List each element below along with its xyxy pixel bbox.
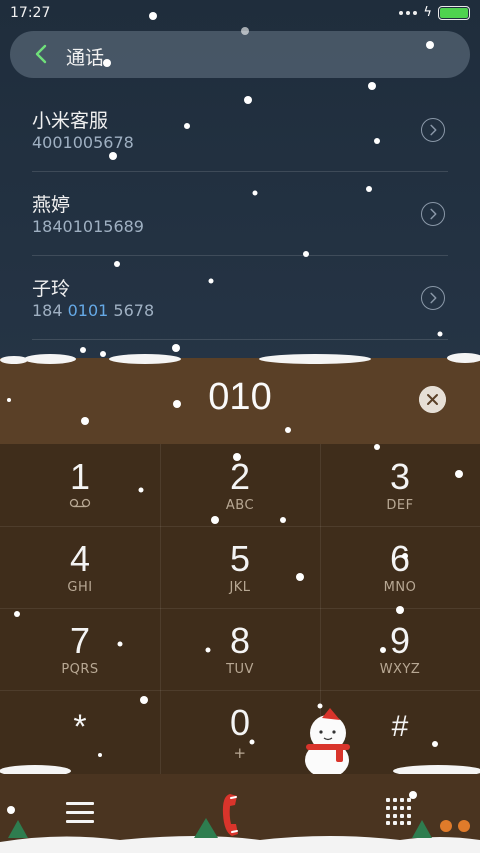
key-digit: 7	[69, 620, 91, 661]
divider	[32, 339, 448, 340]
key-digit: 9	[389, 620, 411, 661]
key-1[interactable]: 1	[0, 444, 160, 526]
chevron-right-circle-icon[interactable]	[421, 202, 445, 226]
key-2[interactable]: 2 ABC	[160, 444, 320, 526]
close-circle-icon[interactable]	[419, 386, 446, 413]
key-digit: 2	[229, 456, 251, 497]
phone-call-icon[interactable]	[220, 790, 256, 840]
key-letters: WXYZ	[379, 662, 421, 677]
key-6[interactable]: 6 MNO	[320, 526, 480, 608]
key-9[interactable]: 9 WXYZ	[320, 608, 480, 690]
status-time: 17:27	[10, 5, 51, 21]
call-log-area: 17:27 ϟ 通话 小米客服 4001005678 燕婷 1840101568…	[0, 0, 480, 365]
list-item[interactable]: 燕婷 18401015689	[0, 172, 480, 256]
key-0[interactable]: 0 +	[160, 690, 320, 772]
key-digit: #	[391, 710, 409, 743]
chevron-right-circle-icon[interactable]	[421, 286, 445, 310]
dialer-panel: 010 1 2 ABC 3 DEF 4 GHI 5 JKL 6 MNO 7 PQ…	[0, 358, 480, 853]
key-letters: +	[233, 744, 247, 762]
key-digit: 8	[229, 620, 251, 661]
key-letters: JKL	[229, 580, 251, 595]
charging-icon: ϟ	[423, 5, 432, 20]
keypad: 1 2 ABC 3 DEF 4 GHI 5 JKL 6 MNO 7 PQRS 8…	[0, 444, 480, 774]
contact-name: 小米客服	[32, 110, 109, 132]
key-digit: 1	[69, 456, 91, 497]
key-7[interactable]: 7 PQRS	[0, 608, 160, 690]
key-digit: 6	[389, 538, 411, 579]
list-item[interactable]: 小米客服 4001005678	[0, 88, 480, 172]
chevron-right-circle-icon[interactable]	[421, 118, 445, 142]
key-letters: DEF	[386, 498, 414, 513]
dial-display: 010	[0, 358, 480, 444]
contact-name: 子玲	[32, 278, 71, 300]
key-digit: 0	[229, 702, 251, 743]
dial-input[interactable]: 010	[0, 376, 480, 419]
status-icons: ϟ	[399, 6, 470, 20]
key-5[interactable]: 5 JKL	[160, 526, 320, 608]
key-digit: 3	[389, 456, 411, 497]
status-bar: 17:27 ϟ	[0, 0, 480, 28]
key-digit: 5	[229, 538, 251, 579]
contact-number: 4001005678	[32, 133, 134, 152]
menu-icon[interactable]	[66, 802, 94, 826]
key-letters: GHI	[67, 580, 93, 595]
battery-icon	[438, 6, 470, 20]
contact-number: 184 0101 5678	[32, 301, 155, 320]
key-3[interactable]: 3 DEF	[320, 444, 480, 526]
key-letters: PQRS	[61, 662, 99, 677]
key-letters: TUV	[226, 662, 254, 677]
key-letters: MNO	[383, 580, 417, 595]
bottom-bar	[0, 774, 480, 853]
keypad-grid-icon[interactable]	[386, 798, 414, 826]
contact-match-list: 小米客服 4001005678 燕婷 18401015689 子玲 184 01…	[0, 88, 480, 340]
page-title: 通话	[66, 47, 105, 69]
header-bar: 通话	[10, 31, 470, 78]
contact-name: 燕婷	[32, 194, 71, 216]
key-digit: 4	[69, 538, 91, 579]
voicemail-icon	[69, 498, 91, 508]
key-letters: ABC	[225, 498, 255, 513]
key-star[interactable]: *	[0, 690, 160, 772]
key-8[interactable]: 8 TUV	[160, 608, 320, 690]
more-dots-icon	[399, 11, 418, 15]
contact-number: 18401015689	[32, 217, 144, 236]
key-4[interactable]: 4 GHI	[0, 526, 160, 608]
list-item[interactable]: 子玲 184 0101 5678	[0, 256, 480, 340]
chevron-left-icon[interactable]	[32, 43, 52, 65]
key-hash[interactable]: #	[320, 690, 480, 772]
key-digit: *	[73, 708, 87, 746]
